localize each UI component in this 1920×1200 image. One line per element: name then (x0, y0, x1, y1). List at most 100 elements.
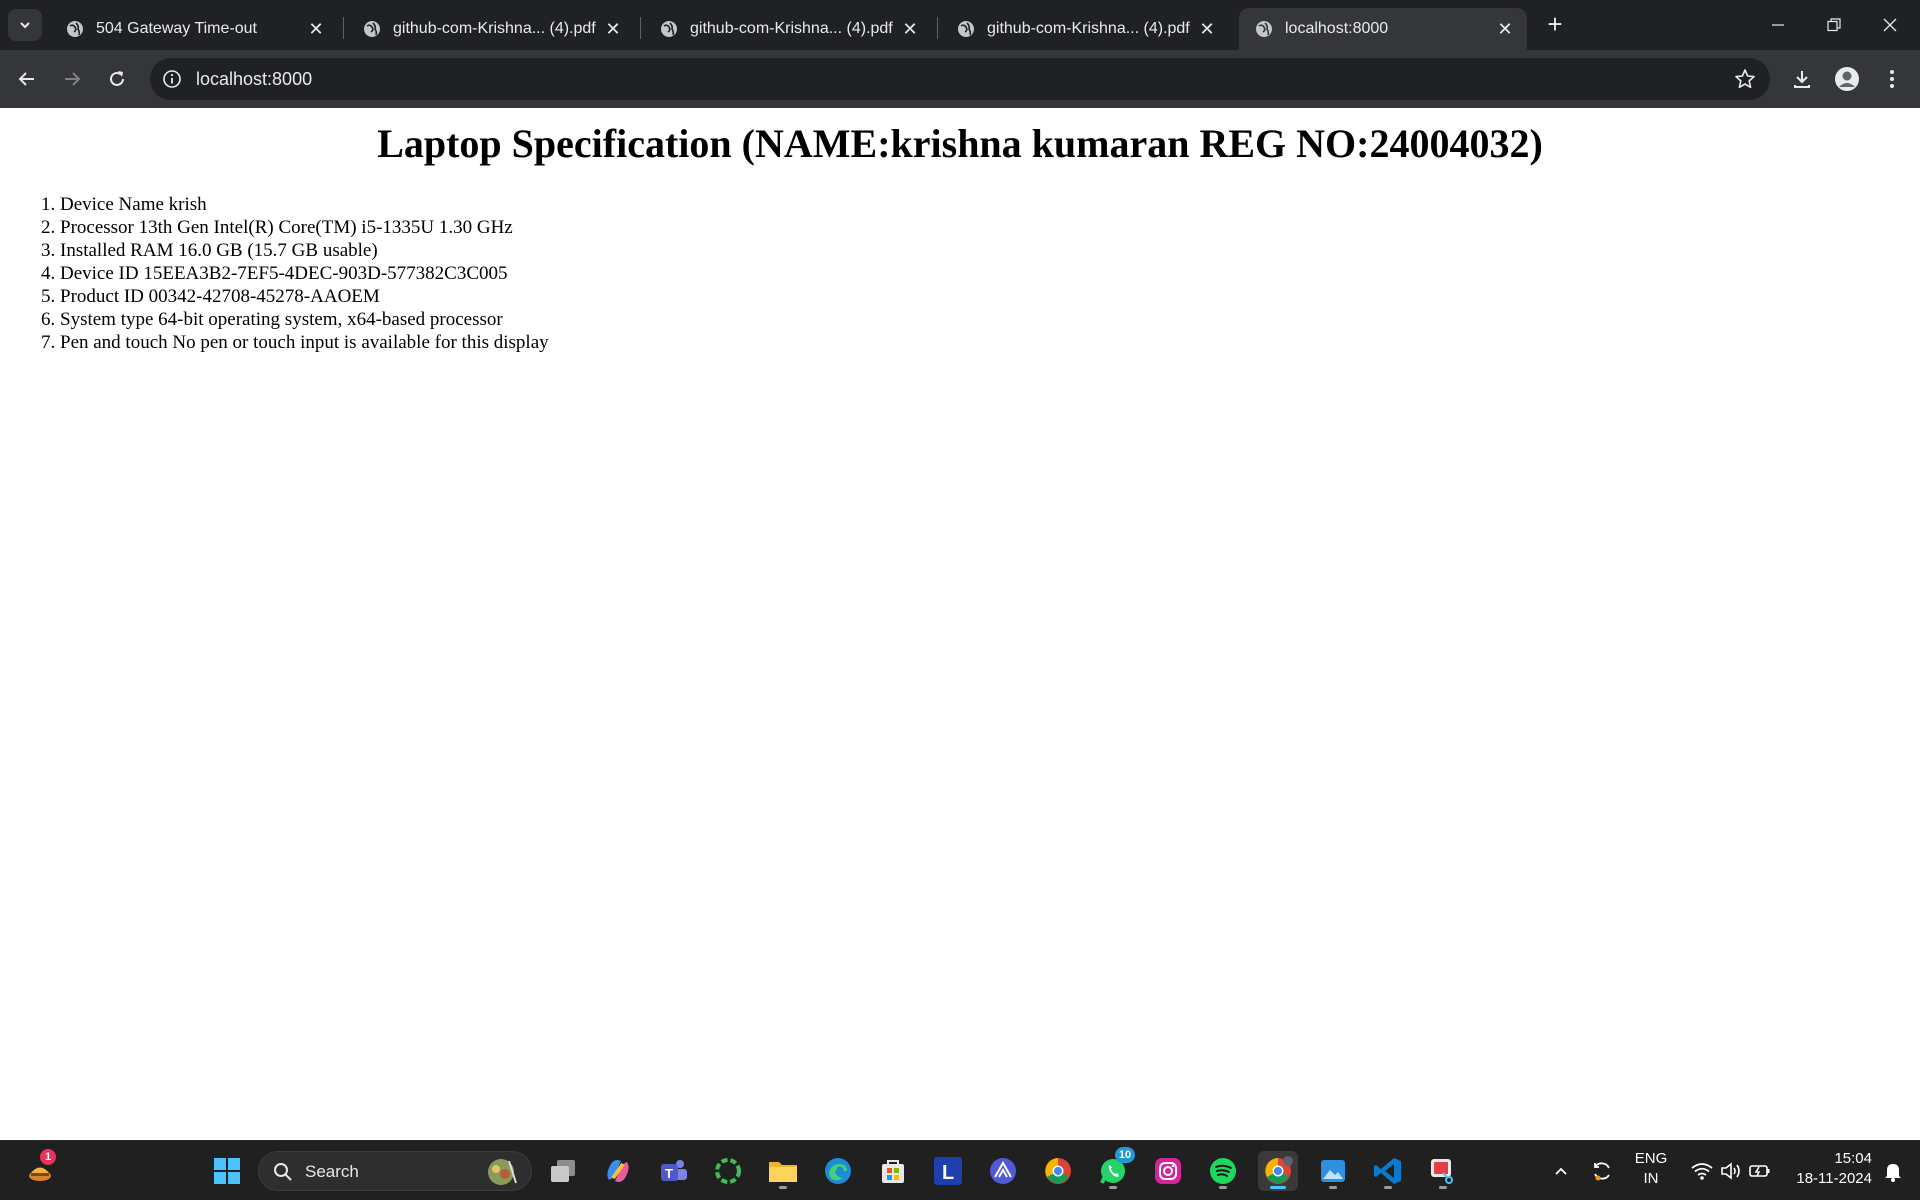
tab-strip: 504 Gateway Time-out ✕ github-com-Krishn… (0, 0, 1920, 50)
spec-item-pen-touch: Pen and touch No pen or touch input is a… (60, 331, 549, 354)
forward-arrow-icon (65, 72, 81, 86)
vscode-app[interactable] (1368, 1151, 1408, 1191)
close-window-button[interactable] (1862, 0, 1918, 50)
svg-text:T: T (665, 1166, 673, 1181)
sync-tray-button[interactable] (1582, 1151, 1622, 1191)
notification-badge: 1 (40, 1149, 56, 1165)
page-title: Laptop Specification (NAME:krishna kumar… (377, 121, 1543, 166)
svg-text:L: L (942, 1162, 954, 1184)
windows-icon (214, 1158, 240, 1184)
tab-github-pdf-1[interactable]: github-com-Krishna... (4).pdf ✕ (347, 8, 635, 50)
tab-title: localhost:8000 (1285, 20, 1389, 37)
tab-localhost[interactable]: localhost:8000 ✕ (1239, 8, 1527, 50)
snipping-tool-icon (1431, 1159, 1453, 1184)
edge-app[interactable] (818, 1151, 858, 1191)
store-app[interactable] (873, 1151, 913, 1191)
battery-icon (1749, 1165, 1770, 1177)
instagram-icon (1155, 1158, 1181, 1184)
task-view-button[interactable] (543, 1151, 583, 1191)
show-hidden-icons-button[interactable] (1541, 1151, 1581, 1191)
reload-button[interactable] (100, 62, 134, 96)
back-button[interactable] (10, 62, 44, 96)
language-label: ENG (1634, 1150, 1668, 1167)
menu-button[interactable] (1875, 62, 1909, 96)
close-icon (1883, 18, 1897, 32)
address-bar[interactable]: localhost:8000 (150, 58, 1770, 100)
more-vert-icon (1890, 70, 1894, 88)
spec-item-ram: Installed RAM 16.0 GB (15.7 GB usable) (60, 239, 549, 262)
whatsapp-app[interactable]: 10 (1093, 1147, 1135, 1191)
running-indicator (1270, 1186, 1286, 1189)
chevron-up-icon (1555, 1167, 1567, 1175)
spotify-app[interactable] (1203, 1151, 1243, 1191)
ring-app-icon (715, 1158, 741, 1184)
spec-item-device-id: Device ID 15EEA3B2-7EF5-4DEC-903D-577382… (60, 262, 549, 285)
weather-widget[interactable]: 1 (20, 1149, 60, 1191)
tab-title: 504 Gateway Time-out (96, 20, 257, 37)
spec-item-processor: Processor 13th Gen Intel(R) Core(TM) i5-… (60, 216, 549, 239)
quick-settings-button[interactable] (1676, 1151, 1786, 1191)
task-view-icon (551, 1160, 575, 1182)
spec-item-device-name: Device Name krish (60, 193, 549, 216)
tab-github-pdf-2[interactable]: github-com-Krishna... (4).pdf ✕ (644, 8, 932, 50)
start-button[interactable] (207, 1151, 247, 1191)
notification-badge: 10 (1115, 1147, 1135, 1163)
snipping-tool-app[interactable] (1423, 1151, 1463, 1191)
spec-item-system-type: System type 64-bit operating system, x64… (60, 308, 549, 331)
close-tab-icon[interactable]: ✕ (1495, 19, 1515, 39)
copilot-app[interactable] (598, 1151, 638, 1191)
globe-icon (958, 21, 974, 37)
close-tab-icon[interactable]: ✕ (306, 19, 326, 39)
browser-toolbar: localhost:8000 (0, 50, 1920, 108)
close-tab-icon[interactable]: ✕ (603, 19, 623, 39)
profile-button[interactable] (1830, 62, 1864, 96)
forward-button[interactable] (55, 62, 89, 96)
info-icon[interactable] (162, 69, 182, 89)
search-icon (274, 1163, 292, 1181)
input-language-indicator[interactable]: ENG IN (1628, 1149, 1674, 1189)
close-tab-icon[interactable]: ✕ (1197, 19, 1217, 39)
tab-separator (937, 17, 938, 39)
chrome-app-active[interactable] (1258, 1151, 1298, 1191)
clock[interactable]: 15:04 18-11-2024 (1784, 1149, 1872, 1189)
teams-icon: T (661, 1160, 687, 1181)
notifications-button[interactable] (1876, 1151, 1910, 1191)
tab-github-pdf-3[interactable]: github-com-Krishna... (4).pdf ✕ (941, 8, 1229, 50)
tab-search-button[interactable] (8, 9, 42, 41)
file-explorer-app[interactable] (763, 1151, 803, 1191)
new-tab-button[interactable]: + (1538, 11, 1572, 38)
photos-app[interactable] (1313, 1151, 1353, 1191)
page-content: Laptop Specification (NAME:krishna kumar… (0, 108, 1920, 1140)
reload-icon (110, 71, 124, 86)
running-indicator (1439, 1186, 1447, 1189)
instagram-app[interactable] (1148, 1151, 1188, 1191)
running-indicator (1109, 1186, 1117, 1189)
vpn-icon (990, 1158, 1016, 1184)
downloads-button[interactable] (1785, 62, 1819, 96)
profile-icon (1835, 67, 1859, 91)
minimize-button[interactable] (1750, 0, 1806, 50)
star-icon[interactable] (1734, 68, 1756, 90)
close-tab-icon[interactable]: ✕ (900, 19, 920, 39)
spec-list: Device Name krish Processor 13th Gen Int… (60, 193, 549, 354)
teams-app[interactable]: T (653, 1151, 693, 1191)
vscode-icon (1374, 1158, 1401, 1184)
volume-icon (1721, 1162, 1740, 1180)
restore-button[interactable] (1806, 0, 1862, 50)
tab-504-gateway[interactable]: 504 Gateway Time-out ✕ (50, 8, 338, 50)
arc-loader-app[interactable] (708, 1151, 748, 1191)
vpn-app[interactable] (983, 1151, 1023, 1191)
download-icon (1794, 71, 1810, 88)
clock-time: 15:04 (1834, 1150, 1872, 1167)
chrome-app-pinned[interactable] (1038, 1151, 1078, 1191)
globe-icon (364, 21, 380, 37)
copilot-icon (607, 1160, 629, 1182)
tab-title: github-com-Krishna... (4).pdf (393, 20, 596, 37)
taskbar-search[interactable]: Search (258, 1151, 532, 1191)
minimize-icon (1772, 24, 1784, 26)
l-app[interactable]: L (928, 1151, 968, 1191)
address-text[interactable]: localhost:8000 (196, 69, 312, 90)
globe-icon (67, 21, 83, 37)
tab-separator (343, 17, 344, 39)
globe-icon (1256, 21, 1272, 37)
